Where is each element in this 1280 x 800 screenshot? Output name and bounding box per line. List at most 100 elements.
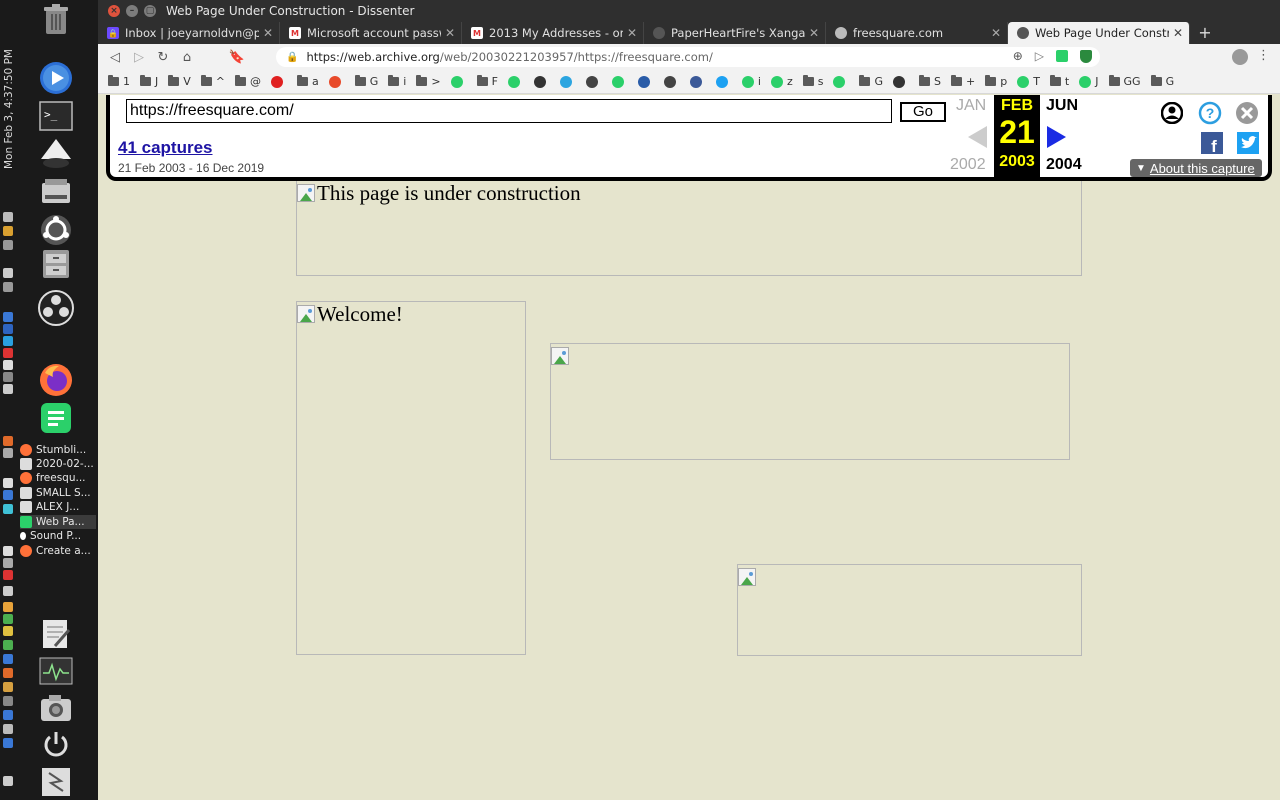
menu-icon[interactable]: ⋮ xyxy=(1257,48,1270,63)
bookmark-item[interactable] xyxy=(715,75,732,88)
window-entry[interactable]: ALEX J... xyxy=(20,500,96,514)
tray-app-icon[interactable] xyxy=(3,614,13,624)
bookmark-item[interactable]: @ xyxy=(235,75,261,88)
bookmark-star-icon[interactable]: 🔖 xyxy=(225,46,249,68)
dissenter-extension-icon[interactable] xyxy=(1056,50,1068,62)
bookmark-item[interactable] xyxy=(559,75,576,88)
forward-button[interactable]: ▷ xyxy=(127,46,151,68)
bookmark-item[interactable]: i xyxy=(741,75,761,88)
file-cabinet-icon[interactable] xyxy=(38,246,74,282)
power-icon[interactable] xyxy=(38,726,74,762)
bookmark-item[interactable] xyxy=(833,75,849,88)
user-account-icon[interactable] xyxy=(1160,101,1184,125)
go-button[interactable]: Go xyxy=(900,102,946,122)
tray-app-icon[interactable] xyxy=(3,640,13,650)
close-tab-icon[interactable]: ✕ xyxy=(263,26,273,40)
workspace-switcher-icon[interactable] xyxy=(38,764,74,800)
maximize-window-icon[interactable]: ▢ xyxy=(144,5,156,17)
bookmark-item[interactable] xyxy=(637,75,654,88)
tray-app-icon[interactable] xyxy=(3,724,13,734)
system-monitor-icon[interactable] xyxy=(38,654,74,690)
bookmark-item[interactable] xyxy=(533,75,550,88)
tray-app-icon[interactable] xyxy=(3,490,13,500)
prev-month-label[interactable]: JAN xyxy=(956,97,986,115)
close-tab-icon[interactable]: ✕ xyxy=(991,26,1001,40)
bookmark-item[interactable]: + xyxy=(950,75,975,88)
new-tab-button[interactable]: + xyxy=(1190,22,1220,44)
wifi-icon[interactable] xyxy=(3,212,13,222)
bookmark-item[interactable]: a xyxy=(297,75,319,88)
bookmark-item[interactable] xyxy=(689,75,706,88)
about-capture-button[interactable]: ▼ About this capture xyxy=(1130,159,1262,177)
bookmark-item[interactable] xyxy=(893,75,909,88)
ubuntu-software-icon[interactable] xyxy=(38,212,74,248)
tray-app-icon[interactable] xyxy=(3,738,13,748)
bookmark-item[interactable]: GG xyxy=(1108,75,1141,88)
next-month-label[interactable]: JUN xyxy=(1046,97,1078,115)
bookmark-item[interactable]: G xyxy=(354,75,378,88)
tray-app-icon[interactable] xyxy=(3,682,13,692)
close-tab-icon[interactable]: ✕ xyxy=(1173,26,1183,40)
notification-icon[interactable] xyxy=(3,226,13,236)
bookmark-item[interactable] xyxy=(663,75,680,88)
firefox-icon[interactable] xyxy=(38,362,74,398)
window-entry[interactable]: Sound P... xyxy=(20,529,96,543)
reload-button[interactable]: ↻ xyxy=(151,46,175,68)
bookmark-item[interactable]: 1 xyxy=(108,75,130,88)
window-entry[interactable]: SMALL S... xyxy=(20,486,96,500)
bookmark-item[interactable]: T xyxy=(1017,75,1040,88)
tray-app-icon[interactable] xyxy=(3,626,13,636)
tab-web-page-under-construction[interactable]: Web Page Under Construction ✕ xyxy=(1008,22,1190,44)
captures-link[interactable]: 41 captures xyxy=(118,138,213,158)
bookmark-item[interactable] xyxy=(450,75,467,88)
tray-app-icon[interactable] xyxy=(3,372,13,382)
bookmark-item[interactable]: S xyxy=(919,75,941,88)
minimize-window-icon[interactable]: – xyxy=(126,5,138,17)
shield-extension-icon[interactable] xyxy=(1080,49,1092,63)
bookmark-item[interactable] xyxy=(611,75,628,88)
close-tab-icon[interactable]: ✕ xyxy=(627,26,637,40)
notes-app-icon[interactable] xyxy=(38,400,74,436)
bookmark-item[interactable]: t xyxy=(1049,75,1069,88)
profile-avatar[interactable] xyxy=(1232,49,1248,65)
wordpress-tray-icon[interactable] xyxy=(3,324,13,334)
tray-app-icon[interactable] xyxy=(3,384,13,394)
close-tab-icon[interactable]: ✕ xyxy=(809,26,819,40)
bookmark-item[interactable] xyxy=(328,75,345,88)
tray-app-icon[interactable] xyxy=(3,558,13,568)
power-tray-icon[interactable] xyxy=(3,268,13,278)
facebook-share-icon[interactable]: f xyxy=(1200,131,1224,155)
bookmark-item[interactable]: ^ xyxy=(200,75,225,88)
window-titlebar[interactable]: × – ▢ Web Page Under Construction - Diss… xyxy=(98,0,1280,22)
next-capture-arrow-icon[interactable] xyxy=(1047,126,1066,148)
alert-tray-icon[interactable] xyxy=(3,348,13,358)
tab-inbox[interactable]: 🔒 Inbox | joeyarnoldvn@proton ✕ xyxy=(98,22,280,44)
bookmark-item[interactable]: J xyxy=(140,75,158,88)
inkscape-icon[interactable] xyxy=(38,136,74,172)
bookmark-item[interactable]: G xyxy=(1150,75,1174,88)
twitter-share-icon[interactable] xyxy=(1236,131,1260,155)
trash-icon[interactable] xyxy=(38,2,74,38)
close-toolbar-icon[interactable] xyxy=(1235,101,1259,125)
tray-app-icon[interactable] xyxy=(3,448,13,458)
address-bar[interactable]: 🔒 https://web.archive.org/web/2003022120… xyxy=(276,47,1100,67)
bookmark-item[interactable] xyxy=(271,75,287,88)
bookmark-item[interactable]: F xyxy=(476,75,498,88)
text-editor-icon[interactable] xyxy=(38,616,74,652)
tab-addresses[interactable]: M 2013 My Addresses - original ✕ xyxy=(462,22,644,44)
window-entry-active[interactable]: Web Pa... xyxy=(20,515,96,529)
terminal-icon[interactable]: >_ xyxy=(38,98,74,134)
home-tray-icon[interactable] xyxy=(3,436,13,446)
tray-app-icon[interactable] xyxy=(3,602,13,612)
window-entry[interactable]: freesqu... xyxy=(20,471,96,485)
tray-app-icon[interactable] xyxy=(3,570,13,580)
battery-icon[interactable] xyxy=(3,240,13,250)
bookmark-item[interactable]: p xyxy=(985,75,1007,88)
bookmark-item[interactable]: J xyxy=(1079,75,1099,88)
wayback-url-input[interactable]: https://freesquare.com/ xyxy=(126,99,892,123)
bookmark-item[interactable]: i xyxy=(388,75,406,88)
bookmark-item[interactable]: z xyxy=(770,75,793,88)
tab-freesquare[interactable]: freesquare.com ✕ xyxy=(826,22,1008,44)
bookmark-item[interactable] xyxy=(585,75,602,88)
tray-app-icon[interactable] xyxy=(3,586,13,596)
